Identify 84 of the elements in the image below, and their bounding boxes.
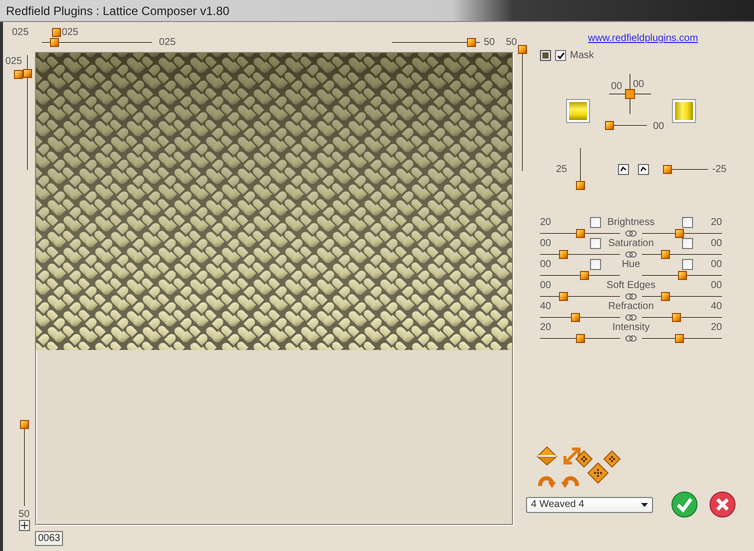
slider-thumb[interactable] xyxy=(466,38,476,46)
checkbox[interactable] xyxy=(590,238,601,249)
caret-icon xyxy=(641,502,648,506)
value-label: 00 xyxy=(540,259,552,270)
value-label: 50 xyxy=(484,36,495,48)
value-label: 25 xyxy=(556,164,568,174)
mask-label: Mask xyxy=(570,50,594,61)
slider-thumb[interactable] xyxy=(663,164,672,174)
adjustment-label: Soft Edges xyxy=(606,280,656,291)
grid-icon[interactable] xyxy=(18,520,30,531)
flip-icon[interactable] xyxy=(537,446,557,466)
curve-button[interactable] xyxy=(618,164,630,174)
cancel-button[interactable] xyxy=(709,491,736,518)
adjustment-label: Brightness xyxy=(606,217,656,228)
window-title: Redfield Plugins : Lattice Composer v1.80 xyxy=(6,4,230,18)
color-swatch[interactable] xyxy=(567,100,589,122)
diagonal-arrow-icon[interactable] xyxy=(563,447,581,465)
value-label: 00 xyxy=(540,238,552,249)
value-label: 025 xyxy=(12,26,29,38)
checkbox[interactable] xyxy=(590,259,601,270)
value-label: 00 xyxy=(710,259,722,270)
dice-pattern-icon[interactable] xyxy=(575,450,621,484)
adjustment-label: Intensity xyxy=(611,322,651,333)
value-label: 50 xyxy=(506,36,517,48)
crosshair-control[interactable] xyxy=(609,74,651,114)
marker-thumb[interactable] xyxy=(52,28,61,36)
value-label: 20 xyxy=(710,322,722,333)
value-label: 00 xyxy=(633,79,644,90)
ok-button[interactable] xyxy=(671,491,698,518)
slider-thumb[interactable] xyxy=(559,292,568,300)
adjustment-label: Refraction xyxy=(607,301,655,312)
value-label: 00 xyxy=(710,280,722,291)
slider-thumb[interactable] xyxy=(678,270,687,280)
value-label: 025 xyxy=(159,36,176,48)
link-icon[interactable] xyxy=(625,230,637,236)
link-icon[interactable] xyxy=(625,314,637,320)
peak-icon xyxy=(640,166,648,172)
color-swatch-icon[interactable] xyxy=(540,50,551,61)
slider-thumb[interactable] xyxy=(605,121,614,130)
link-icon[interactable] xyxy=(625,292,637,300)
value-label: -25 xyxy=(712,164,727,174)
value-label: 50 xyxy=(18,509,30,520)
slider-thumb[interactable] xyxy=(571,312,580,322)
counter-field: 0063 xyxy=(35,530,64,546)
checkbox[interactable] xyxy=(682,217,693,228)
value-label: 00 xyxy=(540,280,552,291)
slider-thumb[interactable] xyxy=(50,38,59,46)
slider-thumb[interactable] xyxy=(672,312,681,322)
checkbox[interactable] xyxy=(555,50,566,61)
marker-thumb[interactable] xyxy=(14,70,23,79)
checkbox[interactable] xyxy=(590,217,601,228)
value-label: 025 xyxy=(62,26,78,38)
adjustment-label: Saturation xyxy=(607,238,655,249)
value-label: 40 xyxy=(540,301,552,312)
adjustment-label: Hue xyxy=(620,259,642,270)
curve-button[interactable] xyxy=(638,164,650,174)
link-icon[interactable] xyxy=(625,250,637,258)
website-link[interactable]: www.redfieldplugins.com xyxy=(588,33,698,44)
slider-thumb[interactable] xyxy=(576,228,585,238)
preset-dropdown[interactable]: 4 Weaved 4 xyxy=(526,496,653,512)
color-swatch[interactable] xyxy=(673,100,695,122)
slider-thumb[interactable] xyxy=(576,334,585,342)
value-label: 20 xyxy=(540,322,552,333)
link-icon[interactable] xyxy=(625,334,637,342)
peak-icon xyxy=(620,166,628,172)
value-label: 00 xyxy=(611,81,622,92)
slider-thumb[interactable] xyxy=(576,181,586,190)
value-label: 40 xyxy=(710,301,722,312)
slider-thumb[interactable] xyxy=(20,420,28,429)
value-label: 00 xyxy=(710,238,722,249)
checkbox[interactable] xyxy=(682,259,693,270)
slider-thumb[interactable] xyxy=(675,334,684,342)
value-label: 025 xyxy=(5,57,22,67)
slider-thumb[interactable] xyxy=(661,250,670,258)
slider-thumb[interactable] xyxy=(518,45,526,54)
slider-thumb[interactable] xyxy=(580,270,589,280)
slider-thumb[interactable] xyxy=(661,292,670,300)
slider-thumb[interactable] xyxy=(559,250,568,258)
value-label: 20 xyxy=(540,217,552,228)
checkbox[interactable] xyxy=(682,238,693,249)
value-label: 00 xyxy=(653,121,664,132)
slider-thumb[interactable] xyxy=(23,69,32,78)
slider-thumb[interactable] xyxy=(675,228,684,238)
value-label: 20 xyxy=(710,217,722,228)
